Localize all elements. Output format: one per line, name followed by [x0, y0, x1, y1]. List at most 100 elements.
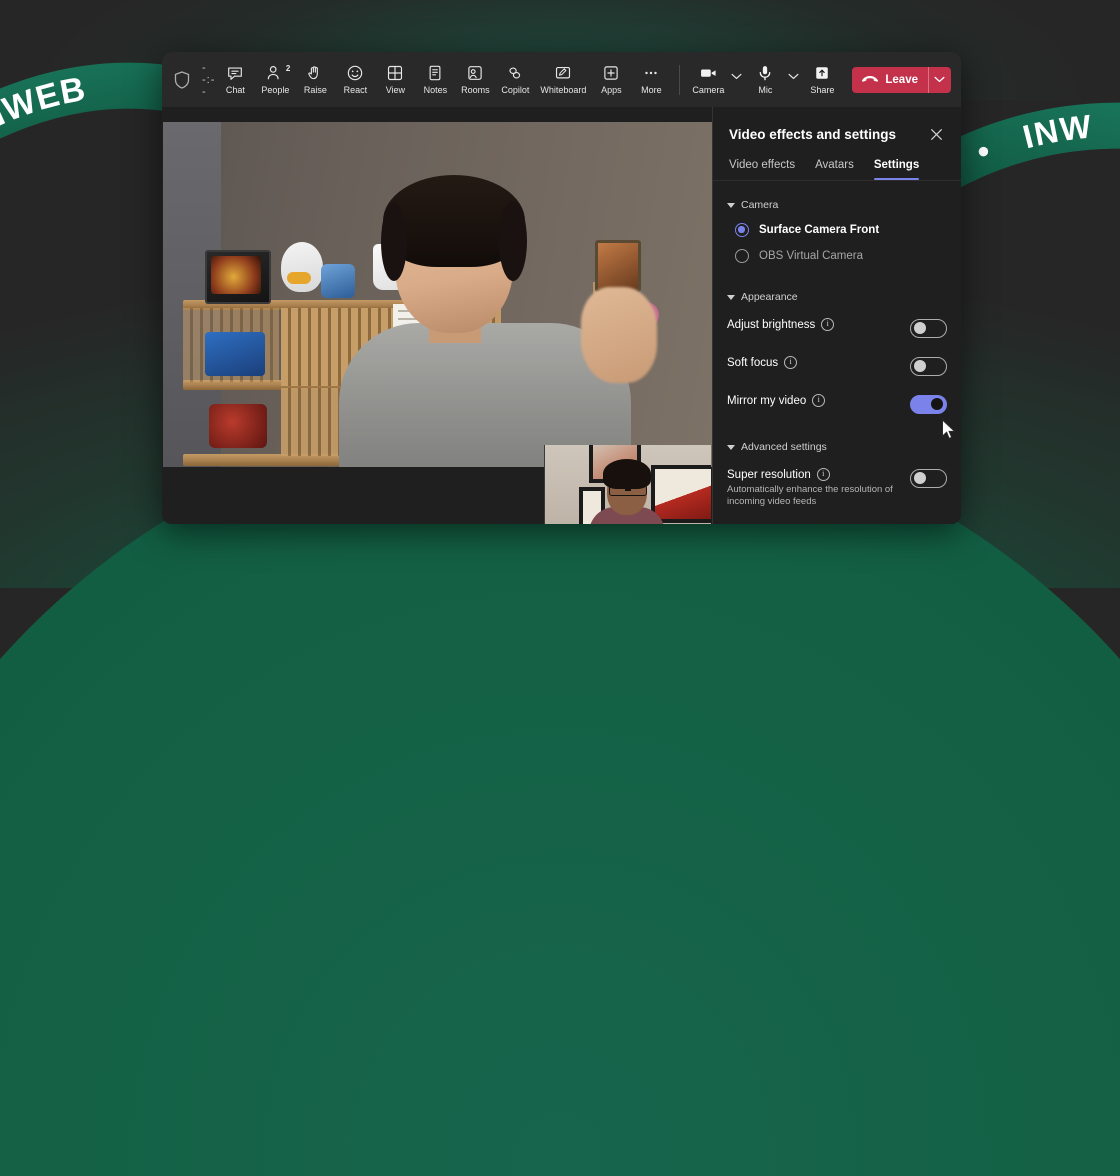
toggle-adjust-brightness[interactable]: [910, 319, 947, 338]
toolbar-button-apps[interactable]: Apps: [591, 62, 631, 98]
leave-button[interactable]: Leave: [852, 67, 928, 93]
shield-icon: [174, 70, 190, 89]
setting-left-soft-focus: Soft focus i: [727, 356, 798, 369]
toolbar-label-raise: Raise: [303, 84, 327, 95]
panel-tabs: Video effects Avatars Settings: [713, 155, 961, 181]
toolbar-label-mic: Mic: [758, 84, 773, 95]
panel-body: Camera Surface Camera Front OBS Virtual …: [713, 181, 961, 517]
toolbar-label-people: People: [261, 84, 290, 95]
trinket-red-figure: [209, 404, 267, 448]
leave-meeting-control[interactable]: Leave: [852, 66, 951, 93]
toolbar-button-share[interactable]: Share: [802, 62, 842, 98]
toolbar-label-react: React: [343, 84, 368, 95]
toolbar-label-chat: Chat: [225, 84, 245, 95]
participant-figure: [333, 175, 657, 467]
participant-hair-left: [381, 203, 407, 281]
meeting-timer: --:--: [202, 61, 216, 98]
toolbar-label-camera: Camera: [692, 84, 725, 95]
toolbar-label-apps: Apps: [601, 84, 622, 95]
self-view-wall-art-2: [651, 465, 711, 523]
toolbar-button-raise[interactable]: Raise: [295, 62, 335, 98]
info-icon[interactable]: i: [812, 394, 826, 407]
info-icon[interactable]: i: [784, 356, 798, 369]
microphone-icon: [756, 64, 774, 83]
participant-hair-right: [499, 201, 527, 281]
setting-label-super-resolution: Super resolution: [727, 468, 811, 481]
setting-name-soft-focus: Soft focus i: [727, 356, 798, 369]
notes-document-icon: [426, 64, 444, 83]
camera-options-chevron-down-icon[interactable]: [728, 63, 745, 91]
meeting-stage: Video effects and settings Video effects…: [162, 107, 961, 524]
toggle-super-resolution[interactable]: [910, 469, 947, 488]
toolbar-button-react[interactable]: React: [335, 62, 375, 98]
main-participant-video[interactable]: [163, 122, 713, 467]
setting-mirror-my-video[interactable]: Mirror my video i: [727, 385, 947, 423]
setting-label-mirror: Mirror my video: [727, 394, 807, 407]
group-header-appearance[interactable]: Appearance: [727, 291, 947, 303]
toggle-knob: [913, 472, 926, 485]
toolbar-button-whiteboard[interactable]: Whiteboard: [535, 62, 591, 98]
mic-options-chevron-down-icon[interactable]: [785, 63, 802, 91]
setting-label-brightness: Adjust brightness: [727, 318, 816, 331]
chat-bubble-icon: [226, 64, 244, 83]
group-label-advanced: Advanced settings: [741, 441, 827, 453]
trinket-duck-beak: [287, 272, 311, 284]
hang-up-phone-icon: [861, 71, 879, 89]
meeting-toolbar: --:-- Chat 2 People Raise React View Not…: [162, 52, 961, 107]
self-view-person-glasses: [609, 485, 647, 496]
info-icon[interactable]: i: [821, 318, 835, 331]
setting-soft-focus[interactable]: Soft focus i: [727, 347, 947, 385]
toolbar-button-people[interactable]: 2 People: [255, 62, 295, 98]
tab-avatars[interactable]: Avatars: [815, 159, 854, 180]
group-header-camera[interactable]: Camera: [727, 199, 947, 211]
toolbar-button-rooms[interactable]: Rooms: [455, 62, 495, 98]
chevron-down-icon: [727, 444, 735, 450]
info-icon[interactable]: i: [816, 468, 830, 481]
toggle-mirror-my-video[interactable]: [910, 395, 947, 414]
toolbar-label-whiteboard: Whiteboard: [540, 84, 587, 95]
setting-super-resolution[interactable]: Super resolution i Automatically enhance…: [727, 459, 947, 517]
breakout-rooms-icon: [466, 64, 484, 83]
toolbar-label-more: More: [641, 84, 662, 95]
apps-plus-icon: [602, 64, 620, 83]
group-label-appearance: Appearance: [741, 291, 798, 303]
close-icon[interactable]: [925, 123, 947, 145]
more-ellipsis-icon: [642, 64, 660, 83]
toolbar-label-share: Share: [810, 84, 835, 95]
toolbar-button-mic[interactable]: Mic: [745, 62, 785, 98]
toolbar-label-copilot: Copilot: [501, 84, 530, 95]
camera-option-surface-front[interactable]: Surface Camera Front: [727, 217, 947, 243]
setting-description-super-resolution: Automatically enhance the resolution of …: [727, 484, 893, 507]
share-screen-icon: [813, 64, 831, 83]
person-icon: 2: [266, 64, 290, 83]
copilot-icon: [506, 64, 524, 83]
toolbar-button-view[interactable]: View: [375, 62, 415, 98]
chevron-down-icon: [727, 202, 735, 208]
participant-hand: [581, 287, 657, 383]
tab-settings[interactable]: Settings: [873, 159, 920, 180]
toolbar-button-chat[interactable]: Chat: [215, 62, 255, 98]
toolbar-button-copilot[interactable]: Copilot: [495, 62, 535, 98]
setting-name-super-resolution: Super resolution i: [727, 468, 902, 481]
toolbar-button-more[interactable]: More: [631, 62, 671, 98]
camera-option-obs-virtual[interactable]: OBS Virtual Camera: [727, 243, 947, 269]
trinket-blue-crate: [205, 332, 265, 376]
chevron-down-icon: [727, 294, 735, 300]
toolbar-button-notes[interactable]: Notes: [415, 62, 455, 98]
whiteboard-pen-icon: [554, 64, 572, 83]
leave-options-chevron-down-icon[interactable]: [929, 67, 951, 93]
setting-name-mirror: Mirror my video i: [727, 394, 826, 407]
people-count-badge: 2: [285, 63, 291, 73]
video-area: [162, 107, 713, 524]
toolbar-button-camera[interactable]: Camera: [688, 62, 728, 98]
leave-button-label: Leave: [885, 73, 918, 86]
group-header-advanced[interactable]: Advanced settings: [727, 441, 947, 453]
toggle-soft-focus[interactable]: [910, 357, 947, 376]
radio-button-icon: [735, 249, 749, 263]
tab-video-effects[interactable]: Video effects: [729, 159, 795, 180]
setting-adjust-brightness[interactable]: Adjust brightness i: [727, 309, 947, 347]
toolbar-label-view: View: [385, 84, 406, 95]
toolbar-label-notes: Notes: [423, 84, 448, 95]
toggle-knob: [913, 360, 926, 373]
self-view-video[interactable]: [544, 445, 711, 524]
